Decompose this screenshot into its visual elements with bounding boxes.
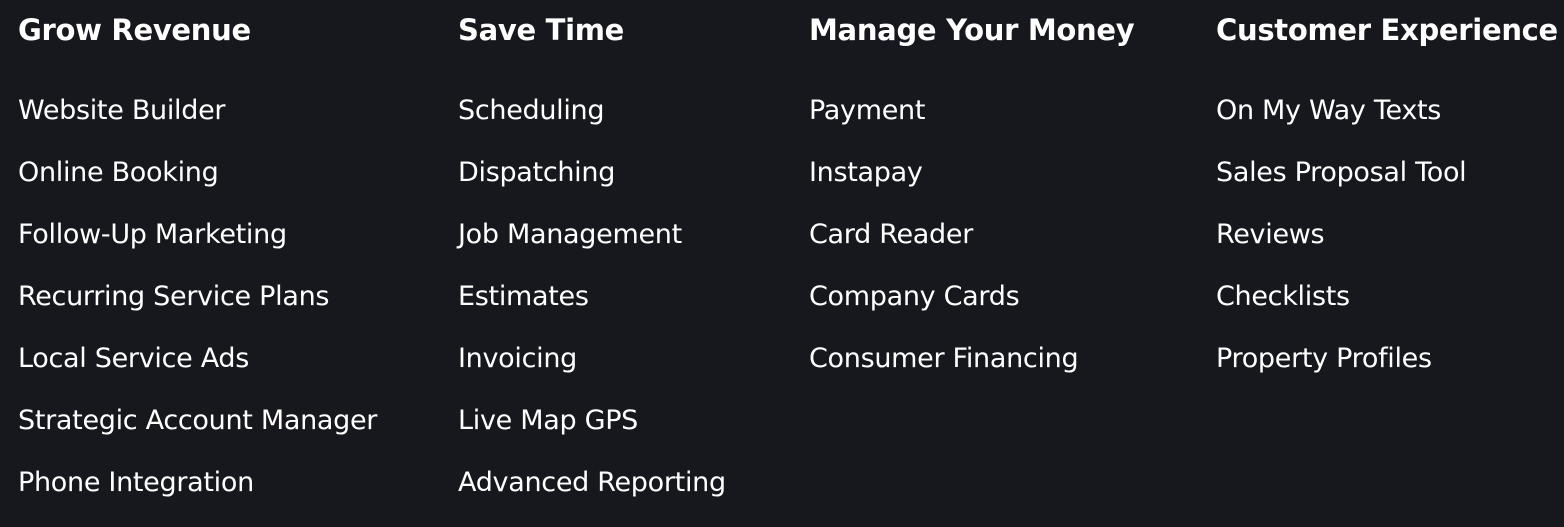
list-item: Company Cards [809,279,1078,341]
link-on-my-way-texts[interactable]: On My Way Texts [1216,95,1441,126]
link-checklists[interactable]: Checklists [1216,281,1350,312]
link-invoicing[interactable]: Invoicing [458,343,577,374]
link-payment[interactable]: Payment [809,95,925,126]
link-list: Scheduling Dispatching Job Management Es… [458,93,726,527]
link-estimates[interactable]: Estimates [458,281,589,312]
link-dispatching[interactable]: Dispatching [458,157,615,188]
link-local-service-ads[interactable]: Local Service Ads [18,343,249,374]
list-item: Invoicing [458,341,726,403]
list-item: Job Management [458,217,726,279]
list-item: Phone Integration [18,465,377,527]
list-item: Property Profiles [1216,341,1466,403]
column-heading: Manage Your Money [809,13,1135,47]
list-item: Follow-Up Marketing [18,217,377,279]
link-list: On My Way Texts Sales Proposal Tool Revi… [1216,93,1467,403]
column-heading: Save Time [458,13,625,47]
link-advanced-reporting[interactable]: Advanced Reporting [458,467,726,498]
link-list: Payment Instapay Card Reader Company Car… [809,93,1079,403]
list-item: Card Reader [809,217,1078,279]
list-item: Advanced Reporting [458,465,726,527]
list-item: Estimates [458,279,726,341]
link-scheduling[interactable]: Scheduling [458,95,605,126]
list-item: Online Booking [18,155,377,217]
list-item: Reviews [1216,217,1466,279]
column-heading: Grow Revenue [18,13,251,47]
list-item: Payment [809,93,1078,155]
link-instapay[interactable]: Instapay [809,157,923,188]
link-website-builder[interactable]: Website Builder [18,95,226,126]
list-item: Instapay [809,155,1078,217]
list-item: Live Map GPS [458,403,726,465]
link-card-reader[interactable]: Card Reader [809,219,973,250]
link-company-cards[interactable]: Company Cards [809,281,1020,312]
list-item: On My Way Texts [1216,93,1466,155]
list-item: Recurring Service Plans [18,279,377,341]
link-strategic-account-manager[interactable]: Strategic Account Manager [18,405,377,436]
link-phone-integration[interactable]: Phone Integration [18,467,254,498]
link-consumer-financing[interactable]: Consumer Financing [809,343,1079,374]
list-item: Local Service Ads [18,341,377,403]
list-item: Checklists [1216,279,1466,341]
link-property-profiles[interactable]: Property Profiles [1216,343,1432,374]
link-live-map-gps[interactable]: Live Map GPS [458,405,638,436]
list-item: Sales Proposal Tool [1216,155,1467,217]
link-job-management[interactable]: Job Management [458,219,682,250]
link-list: Website Builder Online Booking Follow-Up… [18,93,377,527]
link-online-booking[interactable]: Online Booking [18,157,219,188]
link-sales-proposal-tool[interactable]: Sales Proposal Tool [1216,157,1467,188]
list-item: Strategic Account Manager [18,403,377,465]
list-item: Dispatching [458,155,726,217]
link-recurring-service-plans[interactable]: Recurring Service Plans [18,281,329,312]
list-item: Scheduling [458,93,726,155]
list-item: Website Builder [18,93,377,155]
link-reviews[interactable]: Reviews [1216,219,1325,250]
link-follow-up-marketing[interactable]: Follow-Up Marketing [18,219,287,250]
column-heading: Customer Experience [1216,13,1558,47]
list-item: Consumer Financing [809,341,1079,403]
